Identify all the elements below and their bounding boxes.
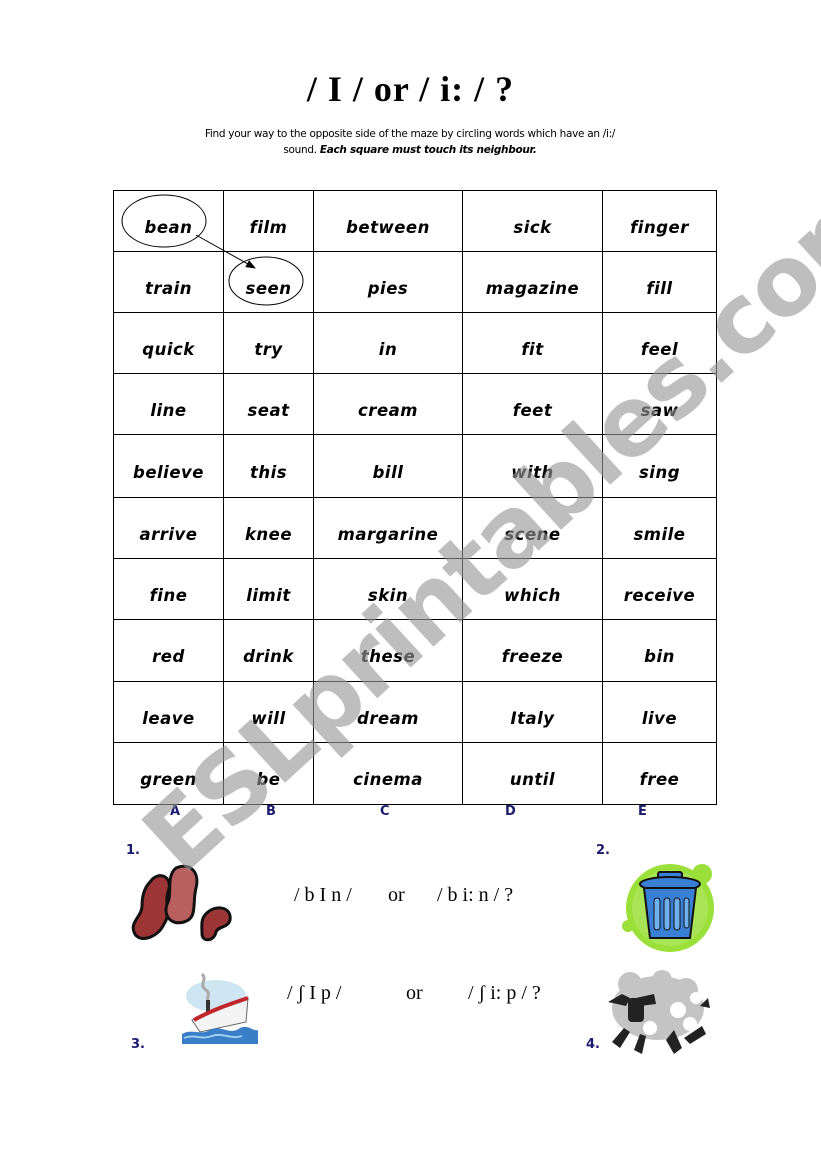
worksheet-title: / I / or / i: / ? — [306, 69, 515, 109]
phonetic-option-bin-short: / b I n / — [294, 884, 352, 906]
maze-cell[interactable]: film — [223, 190, 314, 252]
ship-icon — [182, 972, 258, 1044]
maze-cell[interactable]: fit — [462, 312, 603, 374]
phonetic-option-ship-long: / ʃ i: p / ? — [468, 982, 541, 1004]
maze-row: line seat cream feet saw — [113, 373, 717, 435]
maze-cell[interactable]: sing — [602, 434, 717, 498]
maze-cell[interactable]: try — [223, 312, 314, 374]
maze-cell[interactable]: cinema — [313, 742, 463, 805]
maze-cell[interactable]: this — [223, 434, 314, 498]
phonetic-option-bin-long: / b i: n / ? — [437, 884, 514, 906]
phonetic-or-1: or — [388, 884, 405, 906]
maze-cell[interactable]: train — [113, 251, 224, 313]
word-maze-grid: bean film between sick finger train seen pies ma… — [113, 190, 717, 805]
maze-cell[interactable]: bin — [602, 619, 717, 682]
sheep-icon — [608, 970, 710, 1054]
instructions-line-1: Find your way to the opposite side of th… — [204, 128, 616, 140]
maze-cell[interactable]: drink — [223, 619, 314, 682]
maze-cell[interactable]: line — [113, 373, 224, 435]
maze-cell[interactable]: be — [223, 742, 314, 805]
maze-cell[interactable]: magazine — [462, 251, 603, 313]
maze-cell[interactable]: feel — [602, 312, 717, 374]
maze-cell[interactable]: live — [602, 681, 717, 743]
maze-row: believe this bill with sing — [113, 434, 717, 498]
instructions-line-2: sound. — [283, 144, 320, 156]
maze-row: leave will dream Italy live — [113, 681, 717, 743]
maze-cell[interactable]: free — [602, 742, 717, 805]
maze-cell[interactable]: pies — [313, 251, 463, 313]
exercise-number-1: 1. — [126, 843, 140, 858]
column-label-c: C — [380, 804, 390, 819]
maze-cell[interactable]: will — [223, 681, 314, 743]
phonetic-or-2: or — [406, 982, 423, 1004]
maze-cell[interactable]: arrive — [113, 497, 224, 559]
maze-cell[interactable]: Italy — [462, 681, 603, 743]
maze-cell[interactable]: finger — [602, 190, 717, 252]
maze-cell[interactable]: quick — [113, 312, 224, 374]
maze-cell[interactable]: sick — [462, 190, 603, 252]
maze-cell[interactable]: green — [113, 742, 224, 805]
maze-cell[interactable]: believe — [113, 434, 224, 498]
maze-cell[interactable]: with — [462, 434, 603, 498]
maze-cell[interactable]: skin — [313, 558, 463, 620]
maze-row: bean film between sick finger — [113, 190, 717, 252]
phonetic-option-ship-short: / ʃ I p / — [287, 982, 342, 1004]
exercise-number-3: 3. — [131, 1037, 145, 1052]
maze-cell[interactable]: fill — [602, 251, 717, 313]
instructions-emphasis: Each square must touch its neighbour. — [319, 144, 537, 156]
maze-cell[interactable]: bean — [113, 190, 224, 252]
maze-cell[interactable]: fine — [113, 558, 224, 620]
maze-cell[interactable]: seat — [223, 373, 314, 435]
maze-cell[interactable]: seen — [223, 251, 314, 313]
trash-bin-icon — [622, 864, 714, 952]
column-label-b: B — [266, 804, 276, 819]
maze-row: arrive knee margarine scene smile — [113, 497, 717, 559]
exercise-number-4: 4. — [586, 1037, 600, 1052]
maze-cell[interactable]: these — [313, 619, 463, 682]
maze-cell[interactable]: receive — [602, 558, 717, 620]
maze-cell[interactable]: in — [313, 312, 463, 374]
maze-cell[interactable]: until — [462, 742, 603, 805]
maze-cell[interactable]: feet — [462, 373, 603, 435]
maze-cell[interactable]: dream — [313, 681, 463, 743]
exercise-number-2: 2. — [596, 843, 610, 858]
maze-row: quick try in fit feel — [113, 312, 717, 374]
maze-cell[interactable]: smile — [602, 497, 717, 559]
column-label-a: A — [170, 804, 181, 819]
maze-row: green be cinema until free — [113, 742, 717, 805]
maze-row: train seen pies magazine fill — [113, 251, 717, 313]
column-label-d: D — [505, 804, 516, 819]
maze-row: red drink these freeze bin — [113, 619, 717, 682]
maze-cell[interactable]: red — [113, 619, 224, 682]
maze-cell[interactable]: limit — [223, 558, 314, 620]
beans-icon — [131, 864, 232, 942]
maze-cell[interactable]: leave — [113, 681, 224, 743]
column-label-e: E — [638, 804, 647, 819]
maze-cell[interactable]: margarine — [313, 497, 463, 559]
maze-cell[interactable]: scene — [462, 497, 603, 559]
maze-cell[interactable]: which — [462, 558, 603, 620]
maze-row: fine limit skin which receive — [113, 558, 717, 620]
instructions: Find your way to the opposite side of th… — [140, 126, 680, 158]
maze-cell[interactable]: knee — [223, 497, 314, 559]
maze-cell[interactable]: freeze — [462, 619, 603, 682]
maze-cell[interactable]: bill — [313, 434, 463, 498]
maze-cell[interactable]: saw — [602, 373, 717, 435]
maze-cell[interactable]: cream — [313, 373, 463, 435]
maze-cell[interactable]: between — [313, 190, 463, 252]
